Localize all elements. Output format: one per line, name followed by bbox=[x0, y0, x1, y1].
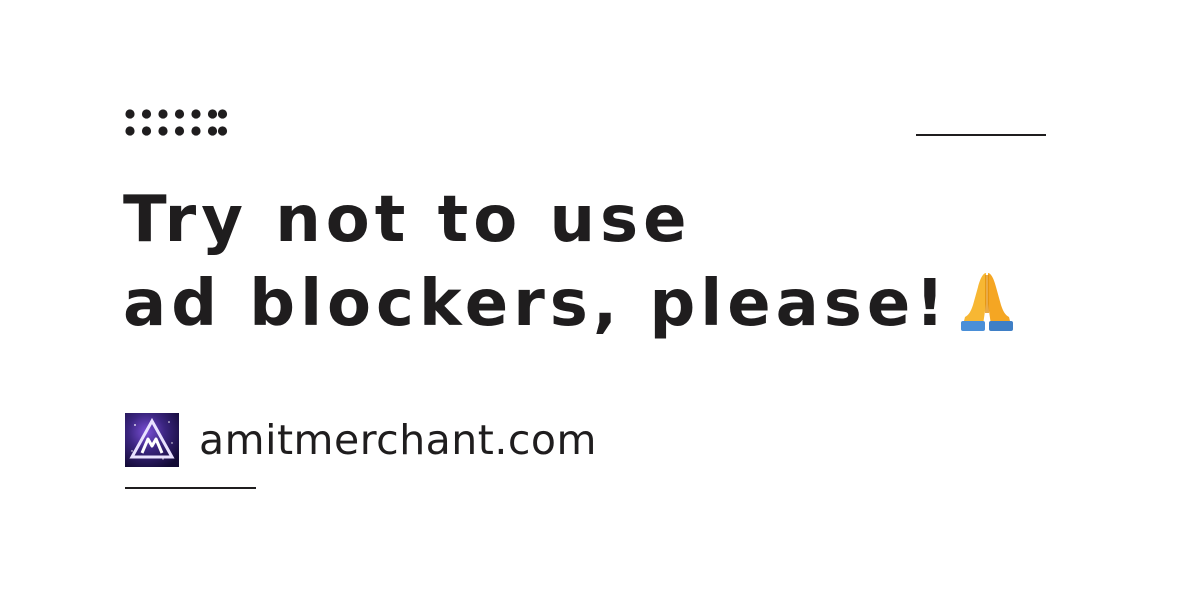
folded-hands-icon bbox=[961, 273, 1014, 331]
headline-line-2: ad blockers, please! bbox=[123, 267, 950, 341]
divider-top-right bbox=[916, 134, 1046, 136]
headline: Try not to use ad blockers, please! bbox=[123, 178, 1083, 346]
dot-grid-decoration bbox=[125, 109, 228, 136]
brand: amitmerchant.com bbox=[125, 413, 597, 467]
headline-line-1: Try not to use bbox=[123, 183, 692, 257]
headline-line-2-wrapper: ad blockers, please! bbox=[123, 262, 1083, 346]
site-name-link[interactable]: amitmerchant.com bbox=[199, 416, 597, 464]
divider-bottom-left bbox=[125, 487, 256, 489]
social-card: Try not to use ad blockers, please! amit… bbox=[0, 0, 1200, 600]
mountain-triangle-logo-icon[interactable] bbox=[125, 413, 179, 467]
